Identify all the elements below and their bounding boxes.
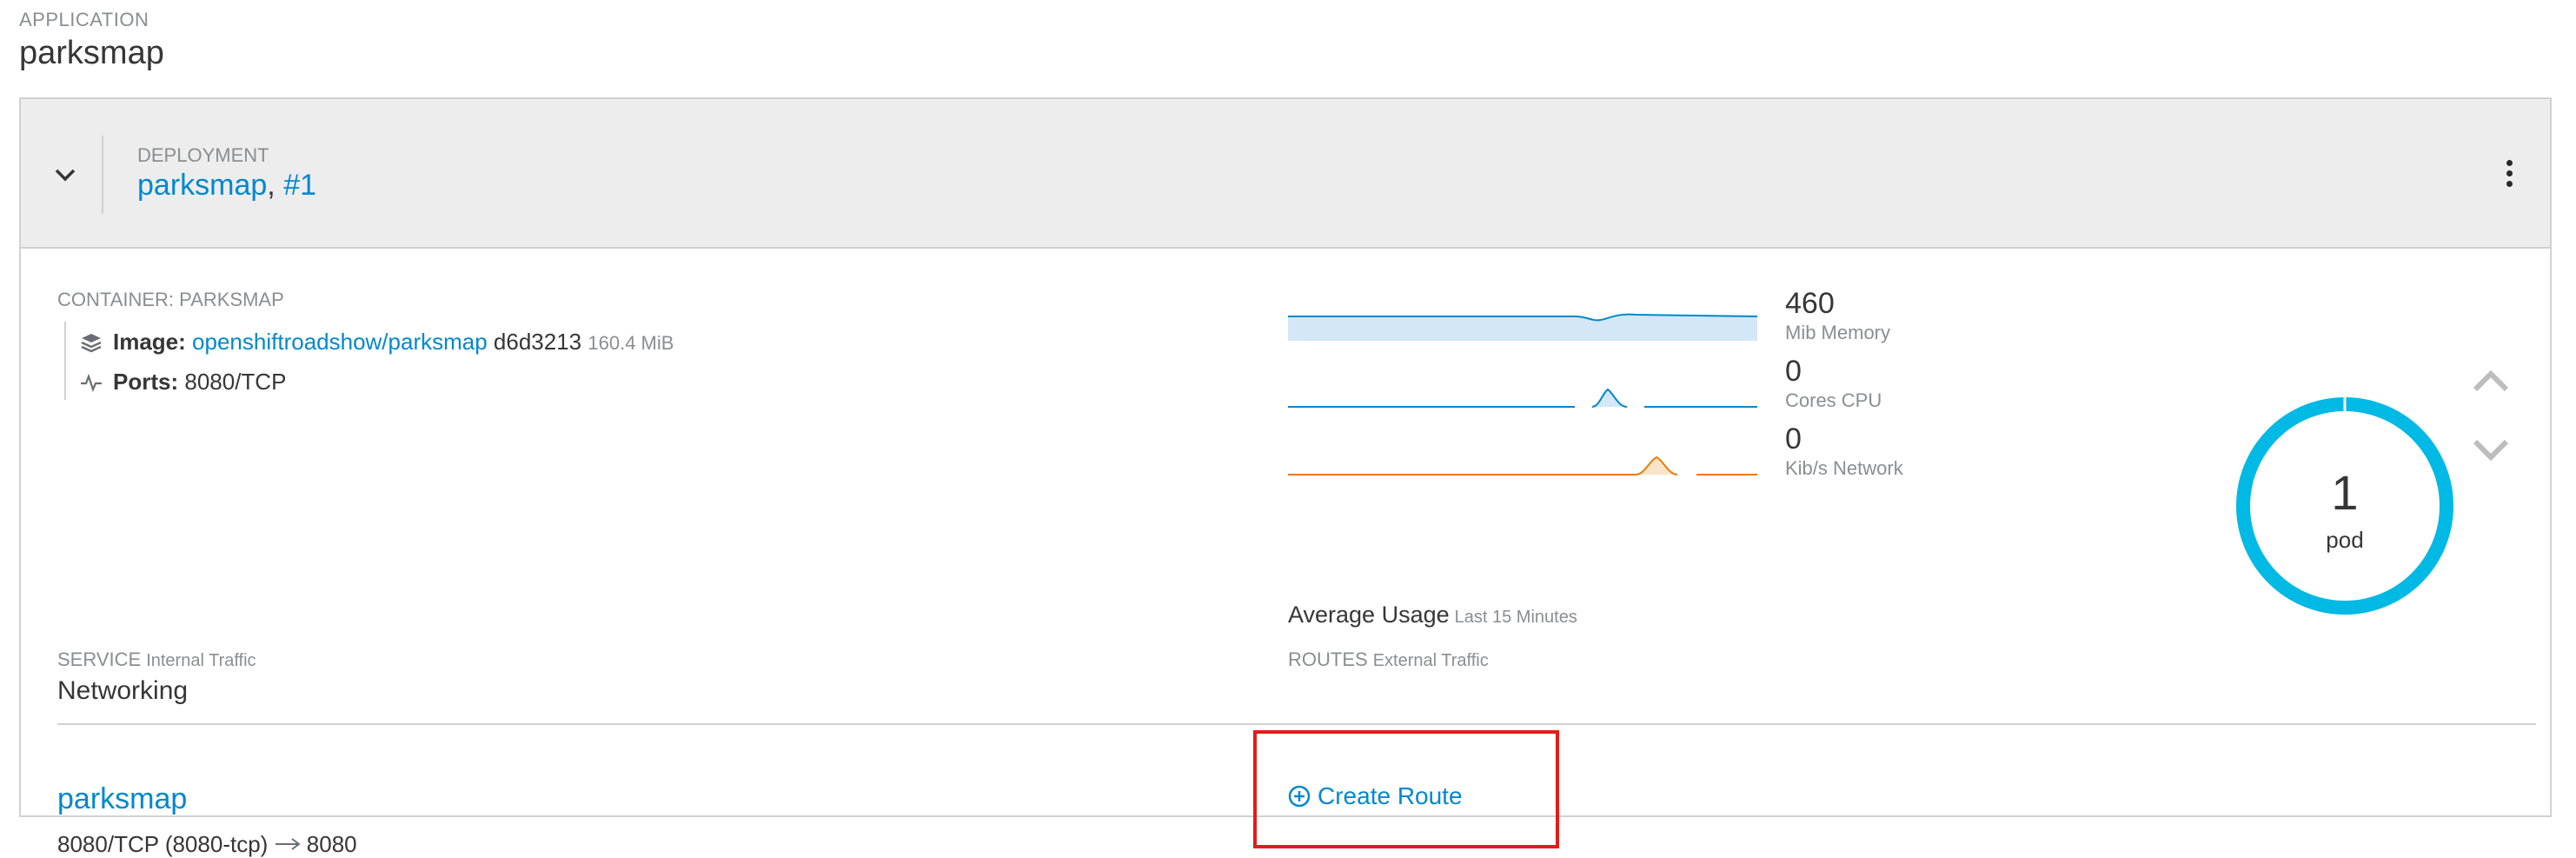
service-sub-label: Internal Traffic — [146, 651, 256, 670]
deployment-label: DEPLOYMENT — [137, 144, 269, 166]
image-hash: d6d3213 — [493, 329, 582, 355]
pod-label: pod — [2326, 527, 2364, 553]
networking-divider — [57, 723, 2536, 725]
container-ports-row: Ports: 8080/TCP — [80, 369, 286, 396]
network-value: 0 — [1785, 422, 1802, 456]
create-route-link[interactable]: Create Route — [1288, 782, 1463, 810]
plus-circle-icon — [1288, 785, 1311, 808]
cpu-sparkline — [1288, 388, 1757, 408]
deployment-panel: DEPLOYMENT parksmap, #1 CONTAINER: PARKS… — [19, 97, 2552, 857]
pulse-icon — [81, 373, 102, 393]
container-rule — [64, 322, 66, 400]
cpu-unit: Cores CPU — [1785, 389, 1882, 411]
pod-count: 1 — [2331, 465, 2359, 520]
ports-label: Ports: — [113, 369, 179, 395]
average-usage: Average Usage Last 15 Minutes — [1288, 602, 1577, 629]
memory-sparkline — [1288, 313, 1757, 341]
deployment-name-link[interactable]: parksmap — [137, 169, 267, 202]
image-label: Image: — [113, 329, 186, 355]
networking-title: Networking — [57, 676, 189, 705]
routes-sub-label: External Traffic — [1372, 651, 1489, 670]
deployment-revision-link[interactable]: #1 — [283, 169, 316, 202]
create-route-label: Create Route — [1318, 782, 1463, 809]
memory-unit: Mib Memory — [1785, 322, 1891, 343]
image-size: 160.4 MiB — [588, 332, 674, 354]
chevron-up-icon[interactable] — [2470, 367, 2512, 396]
routes-label: ROUTES — [1288, 648, 1368, 670]
service-label: SERVICE — [57, 648, 142, 670]
chevron-down-icon[interactable] — [2470, 435, 2512, 464]
average-usage-range: Last 15 Minutes — [1454, 608, 1577, 627]
image-name-link[interactable]: openshiftroadshow/parksmap — [192, 329, 488, 355]
header-divider — [102, 136, 103, 214]
service-port-mapping: 8080/TCP (8080-tcp) 8080 — [57, 831, 357, 858]
routes-section-label: ROUTES External Traffic — [1288, 648, 1489, 671]
layers-icon — [81, 334, 102, 353]
network-sparkline — [1288, 456, 1757, 476]
container-image-row: Image: openshiftroadshow/parksmap d6d321… — [80, 329, 674, 356]
deployment-title: parksmap, #1 — [137, 169, 316, 203]
deployment-separator: , — [267, 169, 284, 202]
app-name: parksmap — [19, 35, 164, 71]
arrow-right-icon — [275, 838, 301, 850]
kebab-menu-icon[interactable] — [2503, 160, 2515, 190]
service-section-label: SERVICE Internal Traffic — [57, 648, 256, 671]
container-label: CONTAINER: PARKSMAP — [57, 289, 284, 310]
deployment-header[interactable]: DEPLOYMENT parksmap, #1 — [21, 99, 2550, 249]
network-unit: Kib/s Network — [1785, 457, 1903, 479]
app-section-label: APPLICATION — [19, 9, 149, 30]
cpu-value: 0 — [1785, 355, 1802, 388]
memory-value: 460 — [1785, 287, 1835, 320]
average-usage-title: Average Usage — [1288, 602, 1450, 628]
service-name-link[interactable]: parksmap — [57, 782, 187, 816]
chevron-down-icon[interactable] — [50, 160, 80, 190]
ports-value: 8080/TCP — [184, 369, 287, 395]
